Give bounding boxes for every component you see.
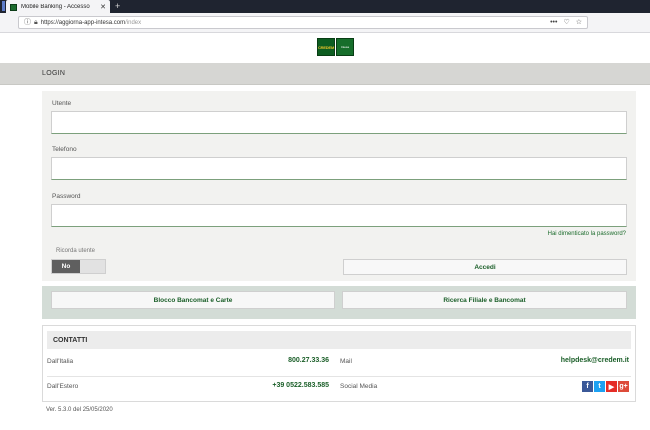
url-text: https://aggiorna-app-intesa.com/index bbox=[41, 20, 141, 26]
remember-user-toggle[interactable]: No bbox=[51, 259, 106, 274]
googleplus-icon[interactable]: g+ bbox=[618, 381, 629, 392]
forgot-password-link[interactable]: Hai dimenticato la password? bbox=[548, 231, 626, 237]
mail-label: Mail bbox=[340, 358, 352, 365]
section-title: LOGIN bbox=[42, 70, 66, 77]
contacts-header: CONTATTI bbox=[47, 331, 631, 349]
toggle-state-no: No bbox=[52, 260, 80, 273]
app-version: Ver. 5.3.0 del 25/05/2020 bbox=[46, 407, 113, 413]
browser-nav-bar: ⓘ 🔒︎ https://aggiorna-app-intesa.com/ind… bbox=[0, 13, 650, 33]
branch-search-button[interactable]: Ricerca Filiale e Bancomat bbox=[342, 291, 627, 309]
address-bar[interactable]: ⓘ 🔒︎ https://aggiorna-app-intesa.com/ind… bbox=[18, 16, 588, 29]
logo-sub-text: Intesa bbox=[340, 45, 350, 49]
italy-phone-label: Dall'Italia bbox=[47, 358, 74, 365]
login-button[interactable]: Accedi bbox=[343, 259, 627, 275]
logo-brand-tile: CREDEM bbox=[317, 38, 335, 56]
phone-input[interactable] bbox=[51, 157, 627, 180]
contacts-box: CONTATTI Dall'Italia 800.27.33.36 Mail h… bbox=[42, 325, 636, 402]
site-logo[interactable]: CREDEM Intesa bbox=[317, 38, 354, 56]
bookmark-star-icon[interactable]: ☆ bbox=[576, 19, 582, 26]
block-cards-button[interactable]: Blocco Bancomat e Carte bbox=[51, 291, 335, 309]
user-label: Utente bbox=[52, 100, 72, 107]
section-bar: LOGIN bbox=[0, 63, 650, 85]
twitter-icon[interactable]: t bbox=[594, 381, 605, 392]
password-input[interactable] bbox=[51, 204, 627, 227]
url-path: /index bbox=[125, 19, 142, 26]
password-label: Password bbox=[52, 193, 81, 200]
address-bar-actions: ••• ♡ ☆ bbox=[550, 19, 582, 26]
phone-label: Telefono bbox=[52, 146, 77, 153]
bank-favicon-icon bbox=[10, 3, 17, 11]
quick-actions-panel: Blocco Bancomat e Carte Ricerca Filiale … bbox=[42, 286, 636, 319]
mail-address[interactable]: helpdesk@credem.it bbox=[561, 357, 629, 364]
logo-sub-tile: Intesa bbox=[336, 38, 354, 56]
logo-brand-text: CREDEM bbox=[317, 44, 335, 50]
browser-tab[interactable]: Mobile Banking - Accesso ✕ bbox=[6, 0, 110, 14]
login-form: Utente Telefono Password Hai dimenticato… bbox=[42, 91, 636, 281]
pocket-icon[interactable]: ♡ bbox=[563, 19, 569, 26]
new-tab-plus-icon[interactable]: + bbox=[115, 1, 120, 12]
user-input[interactable] bbox=[51, 111, 627, 134]
info-icon[interactable]: ⓘ bbox=[24, 19, 31, 26]
url-host: https://aggiorna-app-intesa.com bbox=[40, 19, 126, 26]
remember-user-label: Ricorda utente bbox=[56, 248, 96, 254]
contacts-divider bbox=[47, 376, 631, 377]
page-actions-menu-icon[interactable]: ••• bbox=[550, 19, 557, 26]
tab-title: Mobile Banking - Accesso bbox=[21, 4, 90, 10]
facebook-icon[interactable]: f bbox=[582, 381, 593, 392]
social-media-label: Social Media bbox=[340, 383, 378, 390]
site-header: CREDEM Intesa bbox=[0, 33, 650, 63]
abroad-phone-label: Dall'Estero bbox=[47, 383, 79, 390]
abroad-phone-number[interactable]: +39 0522.583.585 bbox=[272, 382, 329, 389]
italy-phone-number[interactable]: 800.27.33.36 bbox=[288, 357, 329, 364]
close-tab-icon[interactable]: ✕ bbox=[100, 4, 106, 11]
social-icons: f t ▶ g+ bbox=[582, 381, 629, 392]
youtube-icon[interactable]: ▶ bbox=[606, 381, 617, 392]
lock-icon[interactable]: 🔒︎ bbox=[34, 19, 38, 26]
contacts-title: CONTATTI bbox=[53, 337, 88, 344]
os-edge-marker bbox=[2, 1, 5, 11]
